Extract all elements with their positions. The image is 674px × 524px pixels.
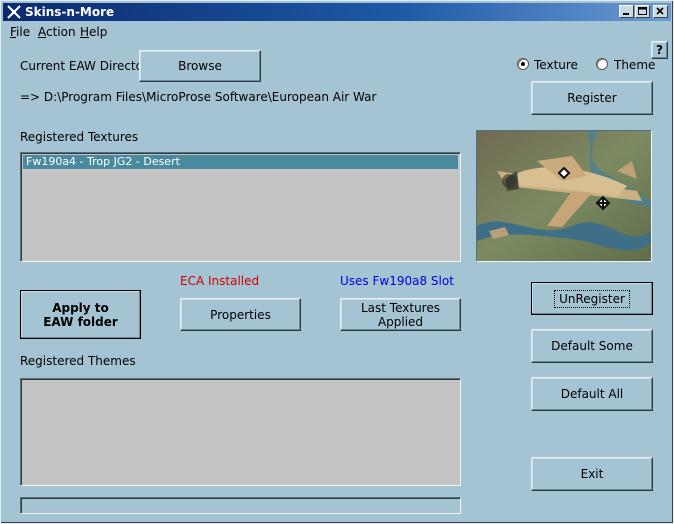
properties-button-label: Properties [210, 307, 271, 322]
default-some-button[interactable]: Default Some [531, 329, 653, 363]
menu-file[interactable]: File [10, 25, 30, 39]
default-all-button-label: Default All [560, 387, 624, 401]
radio-theme-label: Theme [614, 58, 656, 72]
menu-bar: File Action Help [3, 22, 671, 41]
minimize-button[interactable] [619, 5, 634, 18]
app-icon [6, 4, 22, 20]
progress-bar [20, 497, 461, 514]
radio-texture[interactable] [517, 58, 529, 70]
apply-to-eaw-button[interactable]: Apply to EAW folder [20, 290, 141, 339]
apply-to-eaw-label: Apply to EAW folder [43, 300, 118, 329]
eca-status: ECA Installed [180, 274, 260, 288]
browse-button-label: Browse [178, 59, 222, 73]
default-all-button[interactable]: Default All [531, 377, 653, 411]
directory-path: => D:\Program Files\MicroProse Software\… [20, 90, 377, 104]
main-window: Skins-n-More File Action Help ? Current … [0, 0, 674, 524]
menu-action[interactable]: Action [38, 25, 76, 39]
maximize-icon [638, 7, 647, 15]
textures-heading: Registered Textures [20, 130, 139, 144]
help-button[interactable]: ? [651, 41, 668, 59]
slot-status: Uses Fw190a8 Slot [340, 274, 454, 288]
properties-button[interactable]: Properties [180, 298, 301, 331]
unregister-button[interactable]: UnRegister [531, 282, 653, 315]
menu-help[interactable]: Help [80, 25, 107, 39]
radio-theme[interactable] [596, 58, 608, 70]
minimize-icon [623, 13, 629, 15]
radio-texture-label: Texture [534, 58, 578, 72]
close-button[interactable] [653, 5, 668, 18]
help-button-label: ? [656, 43, 663, 57]
register-button[interactable]: Register [531, 81, 653, 115]
directory-label: Current EAW Directory: [20, 59, 159, 73]
themes-heading: Registered Themes [20, 354, 136, 368]
last-textures-applied-button[interactable]: Last Textures Applied [340, 298, 461, 331]
exit-button-label: Exit [580, 467, 604, 481]
exit-button[interactable]: Exit [531, 457, 653, 491]
texture-preview-image [476, 130, 652, 262]
maximize-button[interactable] [635, 5, 650, 18]
aircraft-preview-icon [477, 131, 651, 261]
close-icon [656, 7, 664, 15]
themes-list[interactable] [20, 378, 461, 486]
last-textures-applied-label: Last Textures Applied [361, 300, 440, 329]
register-button-label: Register [567, 91, 617, 105]
default-some-button-label: Default Some [551, 339, 633, 353]
window-title: Skins-n-More [25, 5, 115, 19]
textures-list[interactable]: Fw190a4 - Trop JG2 - Desert [20, 152, 461, 262]
title-bar[interactable]: Skins-n-More [3, 3, 671, 21]
texture-list-item[interactable]: Fw190a4 - Trop JG2 - Desert [23, 155, 458, 169]
unregister-button-label: UnRegister [554, 289, 630, 308]
browse-button[interactable]: Browse [139, 50, 261, 82]
